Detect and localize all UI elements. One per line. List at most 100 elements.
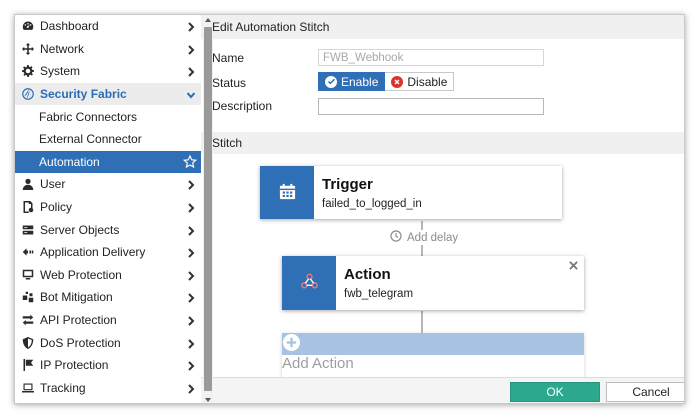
chevron-right-icon [187, 383, 195, 394]
main-panel: Edit Automation Stitch Name FWB_Webhook … [201, 15, 684, 403]
clock-icon [390, 230, 407, 245]
api-icon [21, 313, 35, 327]
sidebar-item-automation[interactable]: Automation [15, 150, 202, 174]
sidebar-item-label: Dashboard [40, 19, 99, 34]
trigger-title: Trigger [322, 176, 373, 193]
sidebar-item-label: DoS Protection [40, 335, 121, 350]
sidebar-item-label: Automation [39, 154, 100, 169]
sidebar-item-label: Application Delivery [40, 245, 146, 260]
sidebar-item-label: API Protection [40, 313, 117, 328]
sidebar: Dashboard Network System Security Fabric… [15, 15, 203, 403]
description-label: Description [212, 99, 273, 113]
description-field[interactable] [318, 98, 544, 115]
chevron-down-icon [186, 89, 196, 99]
action-title: Action [344, 266, 391, 283]
sidebar-item-policy[interactable]: Policy [15, 196, 202, 219]
action-tile [282, 256, 336, 310]
ok-button[interactable]: OK [510, 382, 600, 402]
sidebar-item-label: Network [40, 41, 85, 56]
sidebar-item-network[interactable]: Network [15, 38, 202, 61]
status-toggle: Enable Disable [318, 72, 455, 91]
chevron-right-icon [187, 270, 195, 281]
network-icon [21, 42, 35, 56]
disable-button[interactable]: Disable [385, 72, 455, 91]
chevron-right-icon [187, 21, 195, 33]
panel-title: Edit Automation Stitch [201, 15, 684, 39]
sidebar-item-system[interactable]: System [15, 60, 202, 83]
sidebar-item-label: Web Protection [40, 267, 122, 282]
dashboard-icon [21, 19, 35, 33]
add-delay-label: Add delay [407, 231, 459, 244]
trigger-value: failed_to_logged_in [322, 198, 422, 210]
star-icon[interactable] [182, 154, 198, 169]
sidebar-item-label: Bot Mitigation [40, 290, 113, 305]
chevron-right-icon [187, 179, 195, 191]
chevron-right-icon [187, 292, 195, 304]
connector-line [421, 311, 423, 333]
security-fabric-icon [21, 87, 35, 101]
chevron-right-icon [187, 44, 195, 55]
sidebar-item-bot-mitigation[interactable]: Bot Mitigation [15, 286, 202, 309]
webhook-icon [300, 272, 319, 294]
sidebar-item-label: Fabric Connectors [39, 109, 138, 124]
scroll-down-arrow-icon[interactable] [205, 398, 211, 402]
close-circle-icon [391, 75, 404, 88]
sidebar-item-tracking[interactable]: Tracking [15, 377, 202, 400]
sidebar-scrollbar[interactable] [203, 15, 213, 403]
action-card[interactable]: Action fwb_telegram [282, 256, 584, 310]
cancel-button[interactable]: Cancel [606, 382, 684, 402]
dialog-footer: OK Cancel [201, 377, 684, 403]
chevron-right-icon [187, 225, 195, 236]
add-delay-link[interactable]: Add delay [388, 230, 461, 245]
action-value: fwb_telegram [344, 288, 414, 300]
sidebar-item-label: External Connector [39, 132, 142, 147]
trigger-tile [260, 166, 314, 219]
bot-icon [21, 290, 35, 304]
sidebar-item-external-connector[interactable]: External Connector [15, 128, 202, 151]
sidebar-item-dos-protection[interactable]: DoS Protection [15, 331, 202, 354]
sidebar-item-web-protection[interactable]: Web Protection [15, 264, 202, 287]
sidebar-item-dashboard[interactable]: Dashboard [15, 15, 202, 38]
scrollbar-thumb[interactable] [204, 27, 212, 391]
sidebar-item-server-objects[interactable]: Server Objects [15, 218, 202, 241]
trigger-card[interactable]: Trigger failed_to_logged_in [260, 166, 562, 219]
name-field[interactable]: FWB_Webhook [318, 49, 544, 66]
sidebar-item-ip-protection[interactable]: IP Protection [15, 354, 202, 377]
application-delivery-icon [21, 245, 35, 259]
edit-automation-window: Dashboard Network System Security Fabric… [14, 14, 685, 404]
enable-button[interactable]: Enable [318, 72, 386, 91]
laptop-icon [21, 381, 35, 395]
chevron-right-icon [187, 360, 195, 371]
sidebar-item-user[interactable]: User [15, 173, 202, 196]
shield-icon [21, 336, 35, 350]
gear-icon [21, 64, 35, 78]
chevron-right-icon [187, 338, 195, 349]
web-protection-icon [21, 268, 35, 282]
name-label: Name [212, 51, 245, 65]
enable-label: Enable [341, 74, 379, 89]
chevron-right-icon [187, 66, 195, 78]
sidebar-item-label: System [40, 64, 81, 79]
sidebar-item-label: IP Protection [40, 358, 109, 373]
plus-circle-icon [282, 333, 301, 355]
status-label: Status [212, 76, 247, 90]
chevron-right-icon [187, 247, 195, 258]
add-action-tile [282, 333, 584, 355]
scroll-up-arrow-icon[interactable] [205, 18, 211, 22]
sidebar-item-security-fabric[interactable]: Security Fabric [15, 82, 202, 106]
sidebar-item-fabric-connectors[interactable]: Fabric Connectors [15, 105, 202, 128]
check-icon [325, 75, 337, 88]
sidebar-item-label: Security Fabric [40, 87, 127, 102]
user-icon [21, 177, 35, 191]
sidebar-item-label: Server Objects [40, 222, 120, 237]
stitch-section-title: Stitch [201, 132, 684, 154]
close-icon[interactable] [567, 259, 579, 271]
sidebar-item-application-delivery[interactable]: Application Delivery [15, 241, 202, 264]
sidebar-item-api-protection[interactable]: API Protection [15, 309, 202, 332]
disable-label: Disable [407, 74, 448, 89]
chevron-right-icon [187, 315, 195, 326]
chevron-right-icon [187, 202, 195, 213]
sidebar-item-label: User [40, 177, 66, 192]
policy-icon [21, 200, 35, 214]
server-icon [21, 223, 35, 237]
